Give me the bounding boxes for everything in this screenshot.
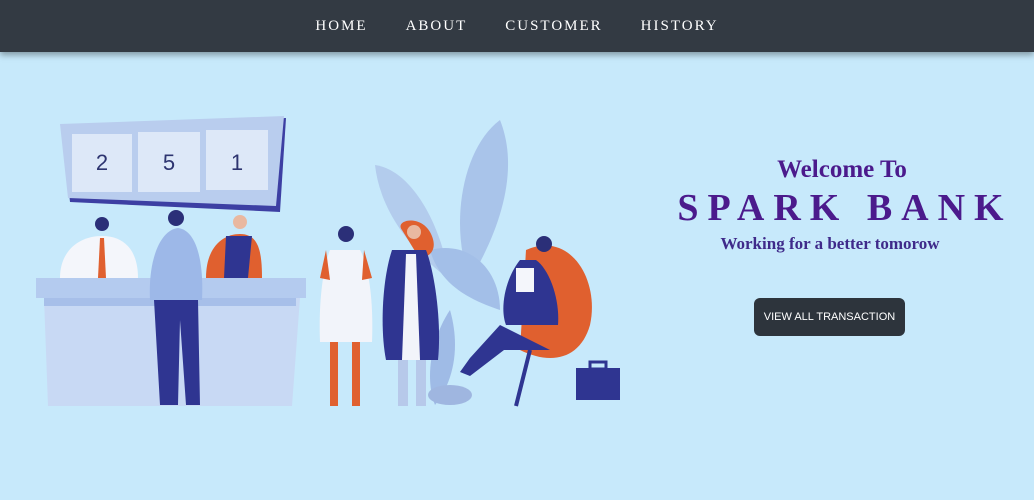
bank-lobby-illustration: 2 5 1 — [36, 116, 620, 407]
bank-name-heading: SPARK BANK — [677, 187, 1013, 229]
woman-figure-icon — [319, 226, 373, 406]
tagline-text: Working for a better tomorow — [720, 234, 940, 253]
queue-digit-3: 1 — [231, 150, 243, 175]
teller-2-figure-icon — [206, 215, 262, 278]
welcome-section: Welcome To SPARK BANK Working for a bett… — [650, 154, 1034, 254]
view-all-transaction-button[interactable]: VIEW ALL TRANSACTION — [754, 298, 905, 336]
top-navbar: HOME ABOUT CUSTOMER HISTORY — [0, 0, 1034, 52]
nav-history-link[interactable]: HISTORY — [641, 18, 719, 35]
queue-digit-1: 2 — [96, 150, 108, 175]
queue-digit-2: 5 — [163, 150, 175, 175]
nav-about-link[interactable]: ABOUT — [406, 18, 468, 35]
welcome-heading: Welcome To — [777, 156, 907, 183]
teller-figure-icon — [60, 217, 138, 278]
queue-display-board: 2 5 1 — [60, 116, 286, 212]
nav-home-link[interactable]: HOME — [315, 18, 367, 35]
nav-customer-link[interactable]: CUSTOMER — [505, 18, 602, 35]
briefcase-icon — [576, 360, 620, 400]
